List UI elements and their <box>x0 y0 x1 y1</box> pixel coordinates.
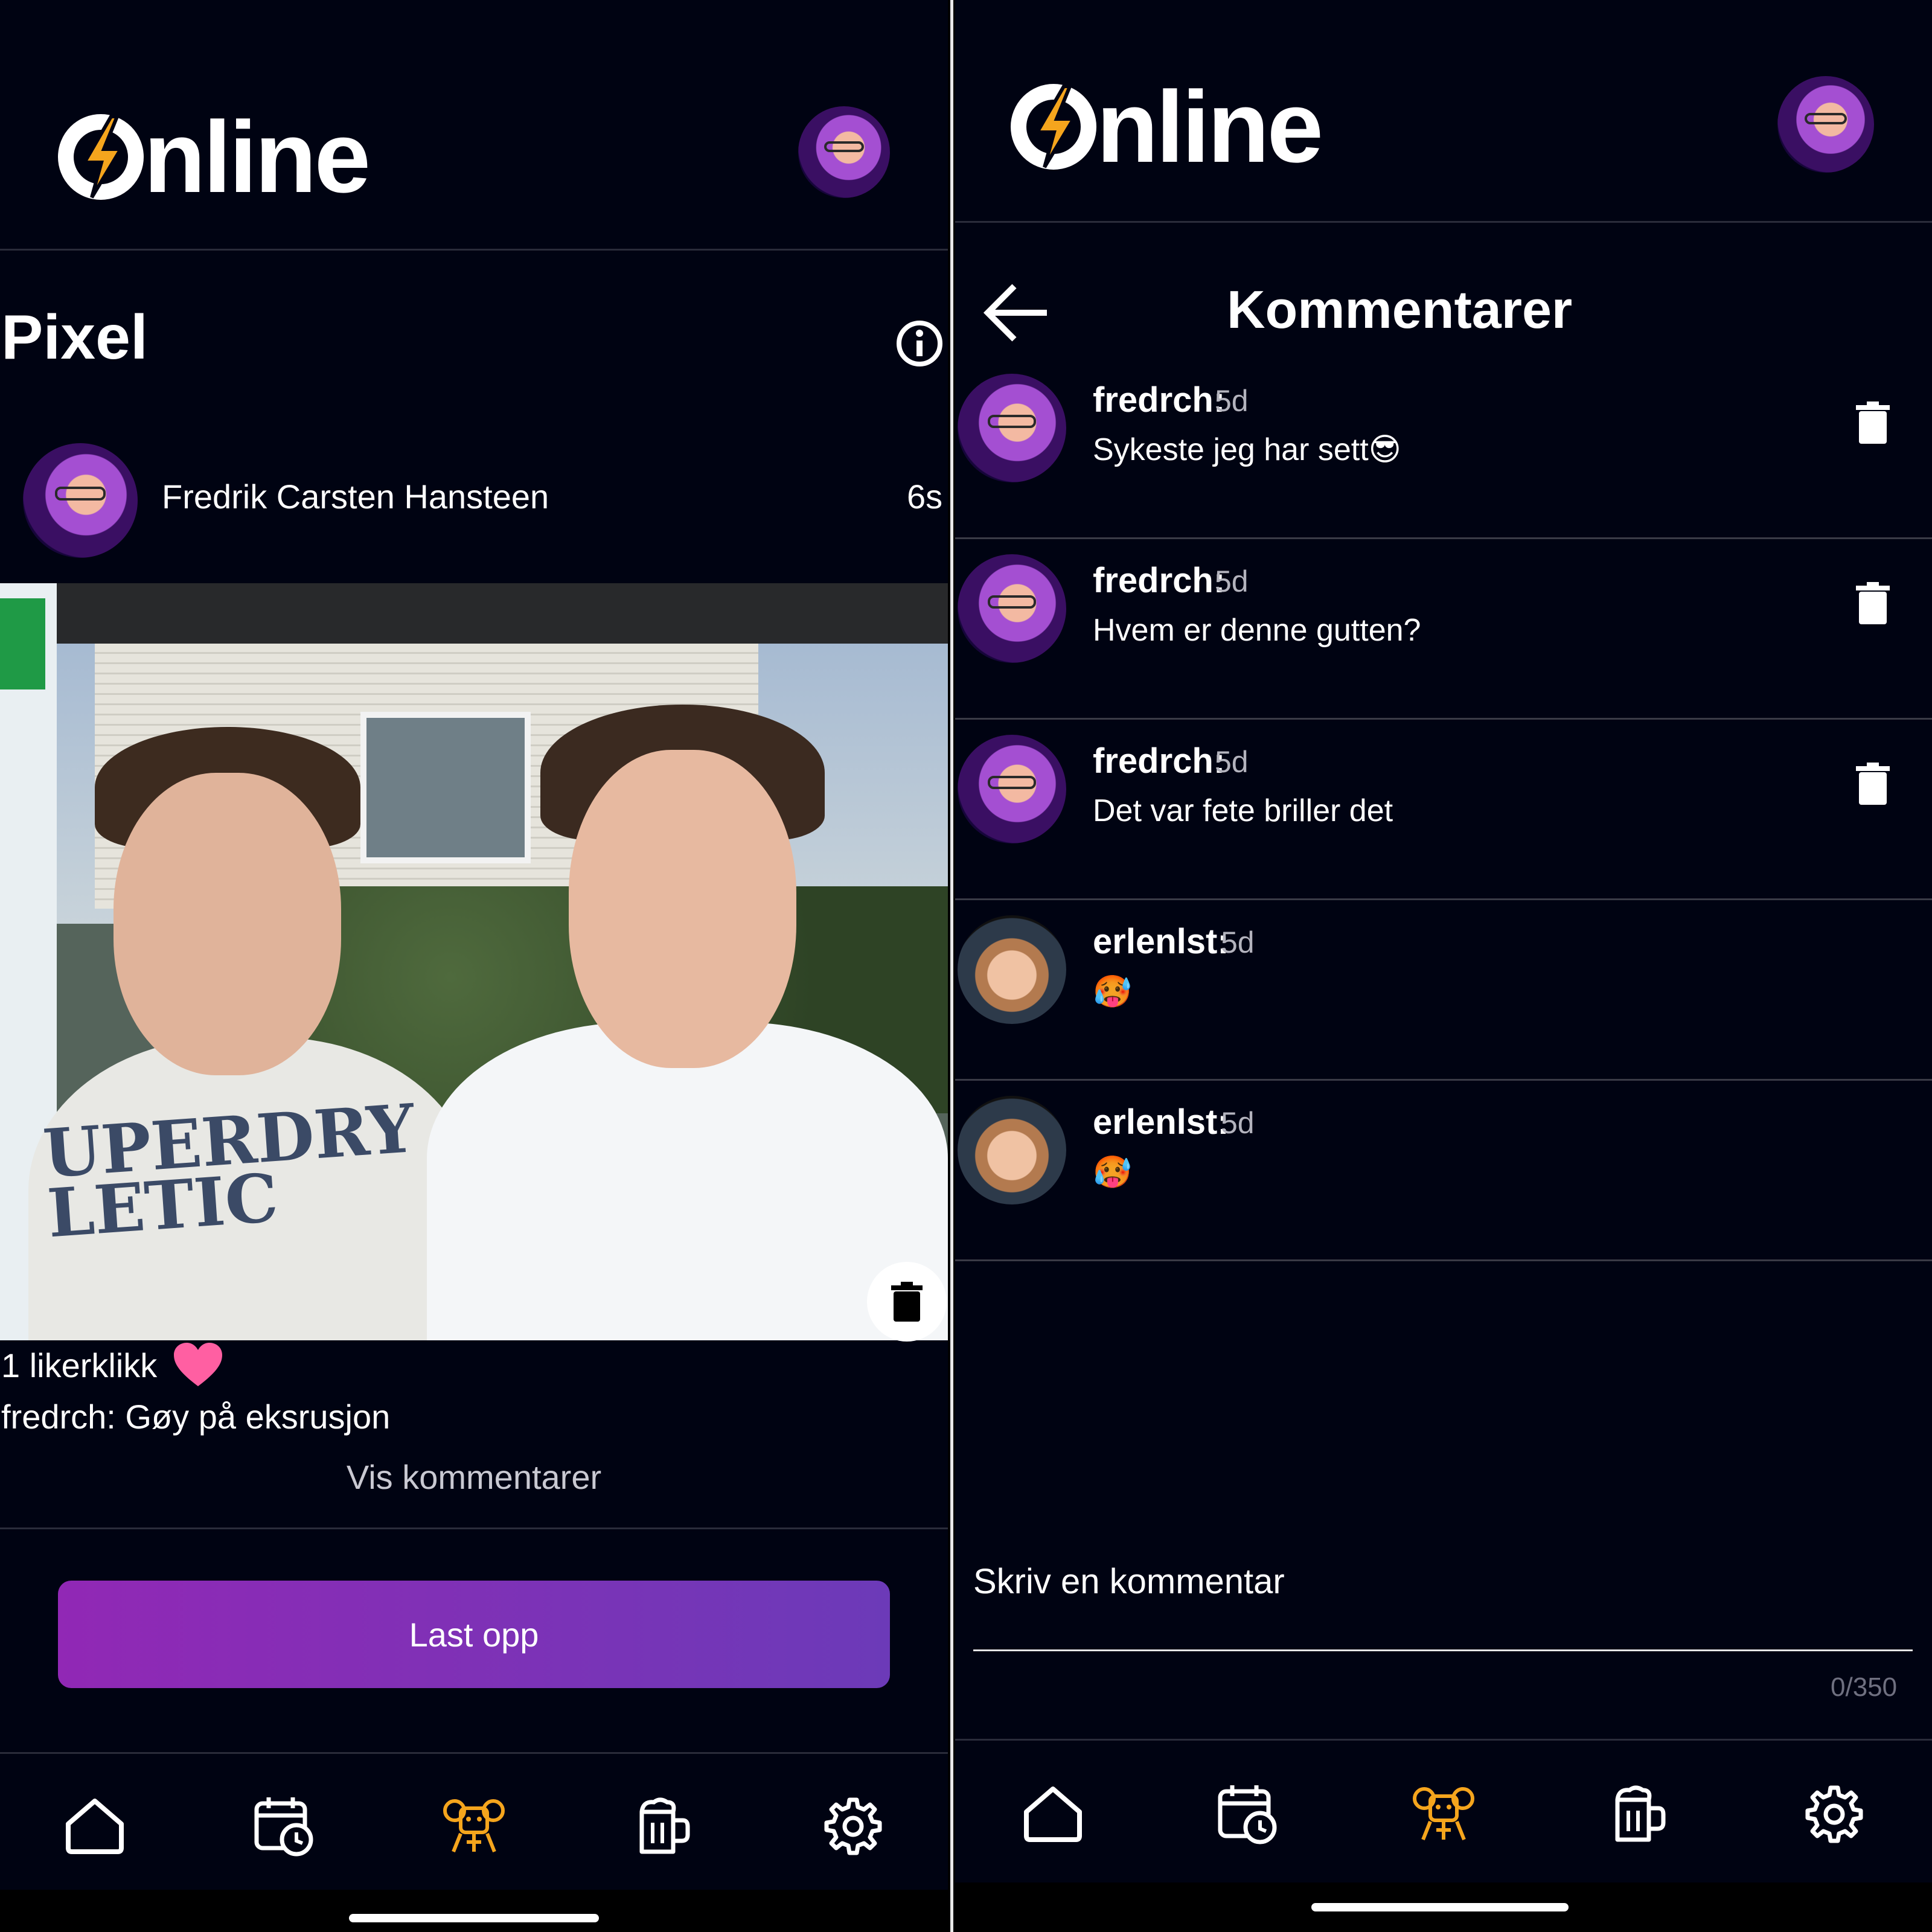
comment-input-underline <box>973 1649 1913 1651</box>
comment-row: erlenlst: 5d 🥵 <box>955 1083 1932 1261</box>
comment-username[interactable]: fredrch: <box>1093 380 1225 420</box>
delete-comment-button[interactable] <box>1855 763 1891 808</box>
comment-avatar[interactable] <box>958 915 1066 1024</box>
settings-icon <box>824 1797 882 1855</box>
post-photo[interactable]: UPERDRY LETIC <box>0 583 948 1340</box>
comment-text: Hvem er denne gutten? <box>1093 613 1421 648</box>
lightning-logo-icon <box>58 114 144 200</box>
poster-avatar[interactable] <box>23 443 138 558</box>
screen-divider <box>948 0 955 1932</box>
header-divider <box>955 221 1932 223</box>
comment-time: 5d <box>1221 926 1255 959</box>
comment-text: Det var fete briller det <box>1093 793 1393 828</box>
gesture-bar <box>0 1890 948 1932</box>
comment-row: fredrch: 5d Sykeste jeg har sett😎 <box>955 360 1932 539</box>
comment-input[interactable]: Skriv en kommentar <box>973 1546 1915 1660</box>
photo-frame <box>47 583 948 644</box>
mascot-icon <box>1412 1787 1474 1841</box>
calendar-clock-icon <box>254 1797 313 1857</box>
nav-events[interactable] <box>251 1793 318 1860</box>
comment-avatar[interactable] <box>958 554 1066 663</box>
page-title: Pixel <box>1 302 148 373</box>
nav-social[interactable] <box>630 1793 697 1860</box>
home-indicator[interactable] <box>1311 1903 1569 1911</box>
nav-home[interactable] <box>62 1793 128 1860</box>
beer-mug-icon <box>639 1797 690 1854</box>
photo-window <box>360 712 531 863</box>
trash-icon <box>891 1282 923 1322</box>
nav-divider <box>0 1752 948 1754</box>
photo-head-left <box>114 772 342 1076</box>
comment-username[interactable]: erlenlst: <box>1093 921 1229 962</box>
show-comments-link[interactable]: Vis kommentarer <box>0 1457 948 1497</box>
nav-home[interactable] <box>1020 1781 1086 1847</box>
comment-time: 5d <box>1215 745 1249 779</box>
comment-username[interactable]: fredrch: <box>1093 741 1225 781</box>
logo-text: nline <box>144 100 371 214</box>
comment-time: 5d <box>1221 1106 1255 1140</box>
comment-text: 🥵 <box>1093 1155 1132 1190</box>
lightning-logo-icon <box>1011 84 1096 170</box>
header-divider <box>0 249 948 251</box>
home-icon <box>66 1799 124 1854</box>
heart-icon[interactable] <box>173 1343 223 1387</box>
online-logo: nline <box>56 100 371 214</box>
trash-icon <box>1856 763 1890 805</box>
nav-settings[interactable] <box>820 1793 886 1860</box>
comment-time: 5d <box>1215 565 1249 598</box>
info-icon[interactable] <box>895 319 944 368</box>
nav-events[interactable] <box>1215 1781 1281 1847</box>
home-indicator[interactable] <box>349 1914 599 1922</box>
comment-text: 🥵 <box>1093 974 1132 1009</box>
nav-divider <box>955 1739 1932 1741</box>
comment-row: fredrch: 5d Hvem er denne gutten? <box>955 541 1932 720</box>
comment-time: 5d <box>1215 384 1249 418</box>
poster-name[interactable]: Fredrik Carsten Hansteen <box>162 477 549 516</box>
nav-pixel[interactable] <box>1410 1781 1477 1847</box>
delete-comment-button[interactable] <box>1855 401 1891 447</box>
beer-mug-icon <box>1615 1785 1666 1842</box>
online-logo: nline <box>1008 70 1323 184</box>
char-counter: 0/350 <box>1831 1672 1898 1702</box>
comments-title: Kommentarer <box>1227 280 1573 339</box>
mascot-icon <box>443 1799 505 1853</box>
back-arrow-icon[interactable] <box>982 281 1052 344</box>
comment-avatar[interactable] <box>958 735 1066 843</box>
likes-row: 1 likerklikk <box>1 1343 223 1387</box>
calendar-clock-icon <box>1218 1785 1277 1844</box>
home-icon <box>1023 1786 1082 1842</box>
comments-screen: nline Kommentarer fredrch: 5d Sykeste jeg … <box>955 0 1932 1932</box>
photo-head-right <box>569 749 796 1068</box>
comment-avatar[interactable] <box>958 1096 1066 1204</box>
comment-row: erlenlst: 5d 🥵 <box>955 902 1932 1081</box>
likes-count: 1 likerklikk <box>1 1346 158 1384</box>
bottom-nav <box>955 1775 1932 1854</box>
delete-comment-button[interactable] <box>1855 582 1891 627</box>
comment-input-placeholder[interactable]: Skriv en kommentar <box>973 1561 1285 1602</box>
nav-settings[interactable] <box>1801 1781 1867 1847</box>
delete-post-button[interactable] <box>867 1262 947 1342</box>
pixel-feed-screen: nline Pixel Fredrik Carsten Hansteen 6s … <box>0 0 948 1932</box>
comment-text: Sykeste jeg har sett😎 <box>1093 432 1401 467</box>
bottom-nav <box>0 1787 948 1866</box>
comment-row: fredrch: 5d Det var fete briller det <box>955 721 1932 900</box>
trash-icon <box>1856 582 1890 624</box>
trash-icon <box>1856 401 1890 444</box>
post-caption: fredrch: Gøy på eksrusjon <box>1 1398 391 1436</box>
settings-icon <box>1805 1785 1863 1843</box>
nav-pixel[interactable] <box>441 1793 507 1860</box>
upload-button[interactable]: Last opp <box>58 1581 890 1688</box>
comment-username[interactable]: erlenlst: <box>1093 1102 1229 1142</box>
comment-avatar[interactable] <box>958 374 1066 482</box>
logo-text: nline <box>1096 70 1323 184</box>
post-time: 6s <box>907 478 943 516</box>
nav-social[interactable] <box>1606 1781 1672 1847</box>
profile-avatar[interactable] <box>1777 76 1874 173</box>
shirt-print: UPERDRY LETIC <box>40 1089 417 1253</box>
comment-username[interactable]: fredrch: <box>1093 560 1225 601</box>
feed-divider <box>0 1527 948 1529</box>
profile-avatar[interactable] <box>798 106 890 198</box>
